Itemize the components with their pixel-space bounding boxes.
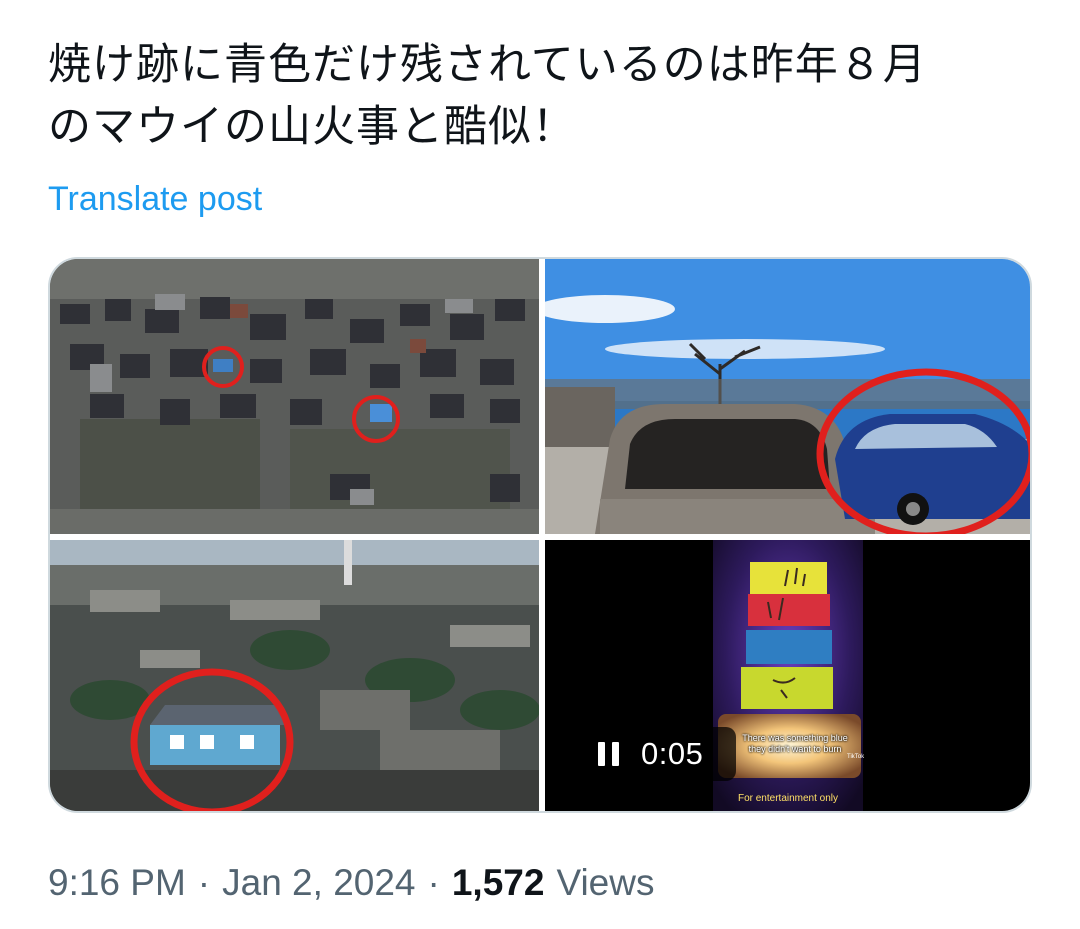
media-photo-burned-cars[interactable] xyxy=(545,259,1030,534)
translate-post-link[interactable]: Translate post xyxy=(48,180,262,219)
post-text-line-1: 焼け跡に青色だけ残されているのは昨年８月 xyxy=(48,40,927,90)
media-grid: There was something blue they didn't wan… xyxy=(48,257,1032,813)
meta-separator: · xyxy=(197,862,211,903)
post-meta: 9:16 PM · Jan 2, 2024 · 1,572 Views xyxy=(48,862,654,904)
video-caption: There was something blue they didn't wan… xyxy=(742,733,848,754)
media-photo-aerial-ruins[interactable] xyxy=(50,259,539,534)
views-count[interactable]: 1,572 xyxy=(452,862,545,904)
burned-cars-image xyxy=(545,259,1030,534)
video-time: 0:05 xyxy=(641,736,704,771)
media-photo-blue-house[interactable] xyxy=(50,540,539,811)
pause-bar-left xyxy=(598,742,605,766)
video-controls: 0:05 xyxy=(584,727,736,781)
video-watermark: TikTok xyxy=(847,754,865,760)
pause-bar-right xyxy=(612,742,619,766)
meta-separator: · xyxy=(427,862,440,903)
pause-icon[interactable] xyxy=(598,742,619,766)
views-label[interactable]: Views xyxy=(556,862,654,904)
post-date[interactable]: Jan 2, 2024 xyxy=(222,862,415,904)
aerial-ruins-image xyxy=(50,259,539,534)
video-disclaimer: For entertainment only xyxy=(737,793,839,804)
post-text-line-2: のマウイの山火事と酷似！ xyxy=(48,102,576,152)
blue-house-image xyxy=(50,540,539,811)
post-time[interactable]: 9:16 PM xyxy=(48,862,186,904)
media-video[interactable]: There was something blue they didn't wan… xyxy=(545,540,1030,811)
post-text: 焼け跡に青色だけ残されているのは昨年８月 のマウイの山火事と酷似！ xyxy=(48,34,1038,158)
